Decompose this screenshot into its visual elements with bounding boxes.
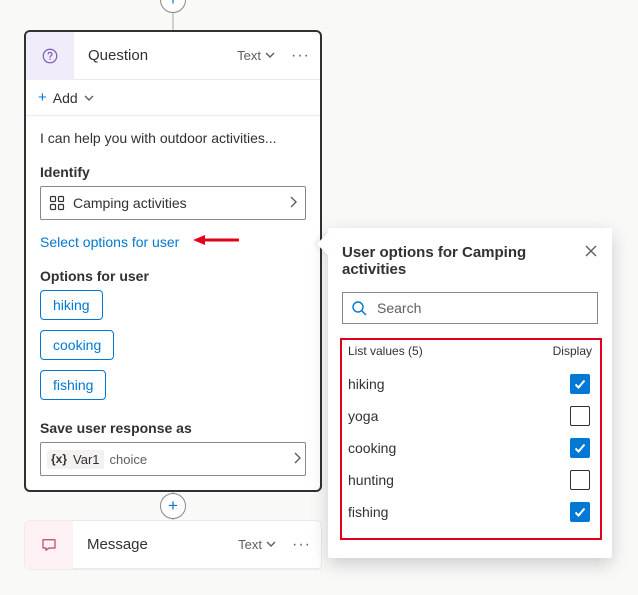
- variable-badge: {x} Var1: [47, 450, 104, 469]
- display-toggle-yoga[interactable]: [570, 406, 590, 426]
- list-values-header: List values (5): [348, 344, 538, 358]
- option-chip-cooking[interactable]: cooking: [40, 330, 114, 360]
- annotation-arrow-icon: [193, 233, 239, 247]
- options-label: Options for user: [40, 268, 306, 284]
- search-icon: [351, 300, 367, 316]
- select-options-link[interactable]: Select options for user: [40, 234, 179, 250]
- question-title: Question: [74, 47, 237, 64]
- display-toggle-hiking[interactable]: [570, 374, 590, 394]
- question-icon: [26, 32, 74, 80]
- question-card: Question Text ··· + Add I can help you w…: [24, 30, 322, 492]
- add-row[interactable]: + Add: [26, 80, 320, 116]
- message-more-menu[interactable]: ···: [282, 536, 321, 554]
- list-item: fishing: [348, 496, 594, 528]
- option-chip-hiking[interactable]: hiking: [40, 290, 103, 320]
- question-type-dropdown[interactable]: Text: [237, 48, 281, 63]
- entity-icon: [49, 195, 65, 211]
- highlight-annotation: List values (5) Display hiking yoga cook…: [340, 338, 602, 540]
- plus-icon: +: [38, 89, 47, 106]
- list-item: yoga: [348, 400, 594, 432]
- chevron-right-icon: [289, 195, 297, 211]
- options-popover: User options for Camping activities List…: [328, 228, 612, 558]
- message-type-dropdown[interactable]: Text: [238, 537, 282, 552]
- display-header: Display: [538, 344, 594, 358]
- question-header: Question Text ···: [26, 32, 320, 80]
- variable-type: choice: [110, 452, 148, 467]
- entity-name: Camping activities: [73, 195, 187, 211]
- chevron-down-icon: [265, 48, 275, 63]
- message-icon: [25, 521, 73, 569]
- search-input[interactable]: [342, 292, 598, 324]
- question-message[interactable]: I can help you with outdoor activities..…: [40, 130, 306, 146]
- variable-icon: {x}: [51, 452, 67, 466]
- message-title: Message: [73, 536, 238, 553]
- chevron-down-icon: [84, 90, 94, 106]
- save-label: Save user response as: [40, 420, 306, 436]
- popover-title: User options for Camping activities: [342, 244, 584, 278]
- close-button[interactable]: [584, 244, 598, 261]
- add-node-between[interactable]: +: [160, 493, 186, 519]
- message-header: Message Text ···: [25, 521, 321, 569]
- question-more-menu[interactable]: ···: [281, 47, 320, 65]
- chevron-right-icon: [293, 451, 301, 467]
- message-card: Message Text ···: [24, 520, 322, 570]
- list-item: hunting: [348, 464, 594, 496]
- variable-picker[interactable]: {x} Var1 choice: [40, 442, 306, 476]
- display-toggle-cooking[interactable]: [570, 438, 590, 458]
- display-toggle-hunting[interactable]: [570, 470, 590, 490]
- list-item: cooking: [348, 432, 594, 464]
- list-item: hiking: [348, 368, 594, 400]
- option-chip-fishing[interactable]: fishing: [40, 370, 106, 400]
- add-node-top[interactable]: +: [160, 0, 186, 13]
- display-toggle-fishing[interactable]: [570, 502, 590, 522]
- identify-label: Identify: [40, 164, 306, 180]
- entity-picker[interactable]: Camping activities: [40, 186, 306, 220]
- chevron-down-icon: [266, 537, 276, 552]
